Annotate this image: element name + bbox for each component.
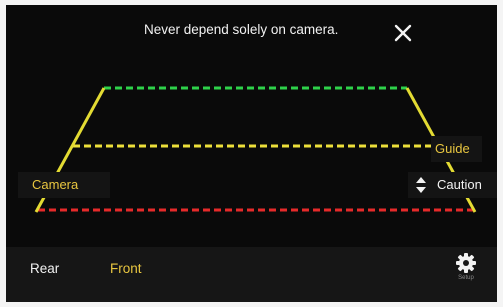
guide-label: Guide <box>435 141 470 156</box>
camera-view: Never depend solely on camera. Guide Cam… <box>6 5 497 302</box>
caution-label: Caution <box>437 177 482 192</box>
up-down-arrow-icon <box>416 177 426 193</box>
gear-icon <box>456 253 476 273</box>
settings-label: Setup <box>458 275 474 281</box>
caution-button[interactable]: Caution <box>408 172 497 198</box>
camera-button[interactable]: Camera <box>18 172 110 198</box>
settings-button[interactable]: Setup <box>450 252 482 290</box>
guide-button[interactable]: Guide <box>431 136 482 162</box>
camera-label: Camera <box>32 177 79 192</box>
tab-front[interactable]: Front <box>110 247 142 291</box>
bottom-bar: Rear Front Setup <box>6 247 497 302</box>
tab-rear[interactable]: Rear <box>30 247 59 291</box>
